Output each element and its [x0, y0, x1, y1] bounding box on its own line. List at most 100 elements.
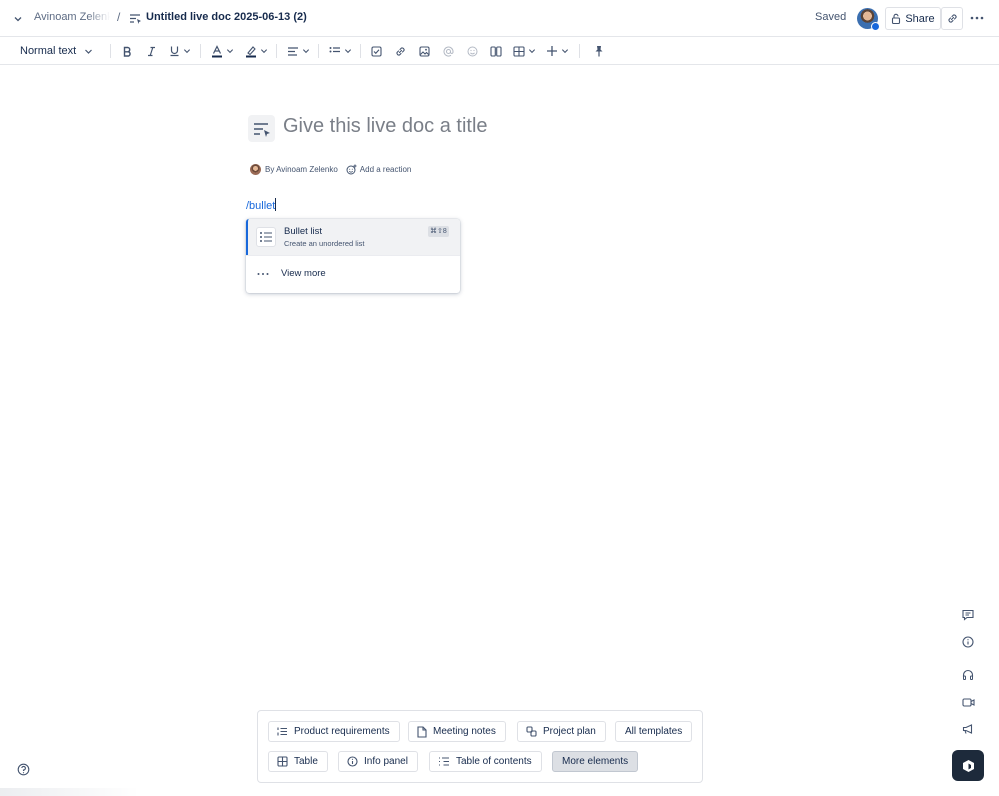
italic-icon: [146, 46, 157, 57]
element-table[interactable]: Table: [268, 751, 328, 772]
headphones-icon: [962, 669, 974, 681]
add-reaction-label: Add a reaction: [359, 165, 412, 174]
template-all-templates[interactable]: All templates: [615, 721, 693, 742]
toolbar-divider: [318, 44, 319, 58]
editor-toolbar: Normal text: [0, 37, 999, 65]
highlight-icon: [245, 45, 257, 58]
more-icon: [970, 16, 984, 20]
save-status: Saved: [815, 11, 847, 23]
page-icon: [417, 725, 427, 738]
element-info-panel[interactable]: Info panel: [338, 751, 418, 772]
table-button[interactable]: [511, 37, 537, 65]
underline-icon: [169, 45, 180, 57]
live-doc-icon: [129, 12, 142, 25]
template-project-plan[interactable]: Project plan: [517, 721, 606, 742]
pin-icon: [594, 45, 604, 57]
template-label: Project plan: [543, 726, 596, 737]
chevron-down-icon: [226, 47, 234, 55]
chevron-down-icon: [561, 47, 569, 55]
info-icon: [347, 756, 358, 767]
insert-button[interactable]: [544, 37, 570, 65]
view-more-button[interactable]: View more: [246, 256, 460, 293]
insert-image-button[interactable]: [417, 37, 431, 65]
text-style-dropdown[interactable]: Normal text: [20, 37, 93, 65]
chevron-down-icon: [528, 47, 536, 55]
checkbox-icon: [370, 45, 382, 57]
keyboard-shortcut-badge: ⌘⇧8: [428, 226, 449, 237]
text-caret: [275, 198, 277, 211]
breadcrumb-doc-title[interactable]: Untitled live doc 2025-06-13 (2): [146, 11, 307, 23]
live-doc-icon: [253, 121, 271, 137]
video-button[interactable]: [957, 691, 979, 713]
chevron-down-icon: [84, 47, 93, 56]
help-icon[interactable]: [17, 763, 30, 776]
pin-toolbar-button[interactable]: [592, 37, 606, 65]
layout-button[interactable]: [489, 37, 503, 65]
mention-icon: [443, 46, 454, 57]
element-more-elements[interactable]: More elements: [552, 751, 639, 772]
table-icon: [277, 756, 288, 767]
avatar[interactable]: [857, 8, 880, 31]
breadcrumb-space[interactable]: Avinoam Zelenko: [34, 11, 110, 23]
share-button[interactable]: Share: [885, 7, 941, 30]
highlight-button[interactable]: [244, 37, 268, 65]
menu-item-bullet-list[interactable]: Bullet list Create an unordered list ⌘⇧8: [246, 219, 460, 255]
requirements-icon: [277, 726, 288, 737]
rovo-icon: [962, 759, 975, 773]
layout-icon: [490, 45, 502, 57]
insert-icon: [546, 45, 558, 57]
doc-type-icon[interactable]: [248, 115, 275, 142]
presence-badge: [871, 22, 880, 31]
align-icon: [287, 46, 299, 57]
share-label: Share: [905, 12, 935, 25]
toolbar-divider: [360, 44, 361, 58]
author-avatar: [250, 164, 261, 175]
more-icon: [257, 272, 269, 276]
top-bar: Avinoam Zelenko / Untitled live doc 2025…: [0, 0, 999, 37]
align-button[interactable]: [286, 37, 310, 65]
rovo-assistant-button[interactable]: [952, 750, 984, 781]
template-meeting-notes[interactable]: Meeting notes: [408, 721, 506, 742]
chevron-down-icon: [302, 47, 310, 55]
collapse-chevron-icon[interactable]: [12, 13, 24, 25]
insert-link-button[interactable]: [393, 37, 407, 65]
announcement-button[interactable]: [957, 718, 979, 740]
list-icon: [329, 46, 341, 57]
breadcrumb-separator: /: [117, 10, 121, 24]
chevron-down-icon: [344, 47, 352, 55]
audio-button[interactable]: [957, 664, 979, 686]
element-label: More elements: [562, 756, 629, 767]
mention-button[interactable]: [441, 37, 455, 65]
underline-button[interactable]: [168, 37, 192, 65]
chevron-down-icon: [260, 47, 268, 55]
project-plan-icon: [526, 726, 537, 737]
link-icon: [947, 13, 958, 24]
comments-button[interactable]: [957, 604, 979, 626]
copy-link-button[interactable]: [941, 7, 963, 30]
action-item-button[interactable]: [369, 37, 383, 65]
italic-button[interactable]: [144, 37, 158, 65]
doc-title-placeholder[interactable]: Give this live doc a title: [283, 115, 488, 138]
more-actions-button[interactable]: [969, 12, 985, 24]
emoji-button[interactable]: [465, 37, 479, 65]
template-label: Meeting notes: [433, 726, 496, 737]
text-color-button[interactable]: [210, 37, 234, 65]
slash-command-query: /bullet: [246, 200, 276, 212]
table-icon: [512, 45, 525, 57]
video-icon: [961, 697, 975, 708]
text-color-icon: [211, 44, 223, 58]
info-icon: [962, 636, 974, 648]
bullet-list-icon: [256, 227, 276, 247]
emoji-icon: [467, 46, 478, 57]
details-button[interactable]: [957, 631, 979, 653]
slash-command-menu: Bullet list Create an unordered list ⌘⇧8…: [246, 219, 460, 293]
add-reaction-button[interactable]: Add a reaction: [346, 164, 412, 175]
byline: By Avinoam Zelenko Add a reaction: [250, 164, 411, 175]
slash-command-text[interactable]: /bullet: [246, 198, 277, 212]
bold-button[interactable]: [120, 37, 134, 65]
list-button[interactable]: [328, 37, 352, 65]
lock-icon: [891, 13, 901, 24]
add-reaction-icon: [346, 164, 357, 175]
element-table-of-contents[interactable]: Table of contents: [429, 751, 542, 772]
template-product-requirements[interactable]: Product requirements: [268, 721, 400, 742]
